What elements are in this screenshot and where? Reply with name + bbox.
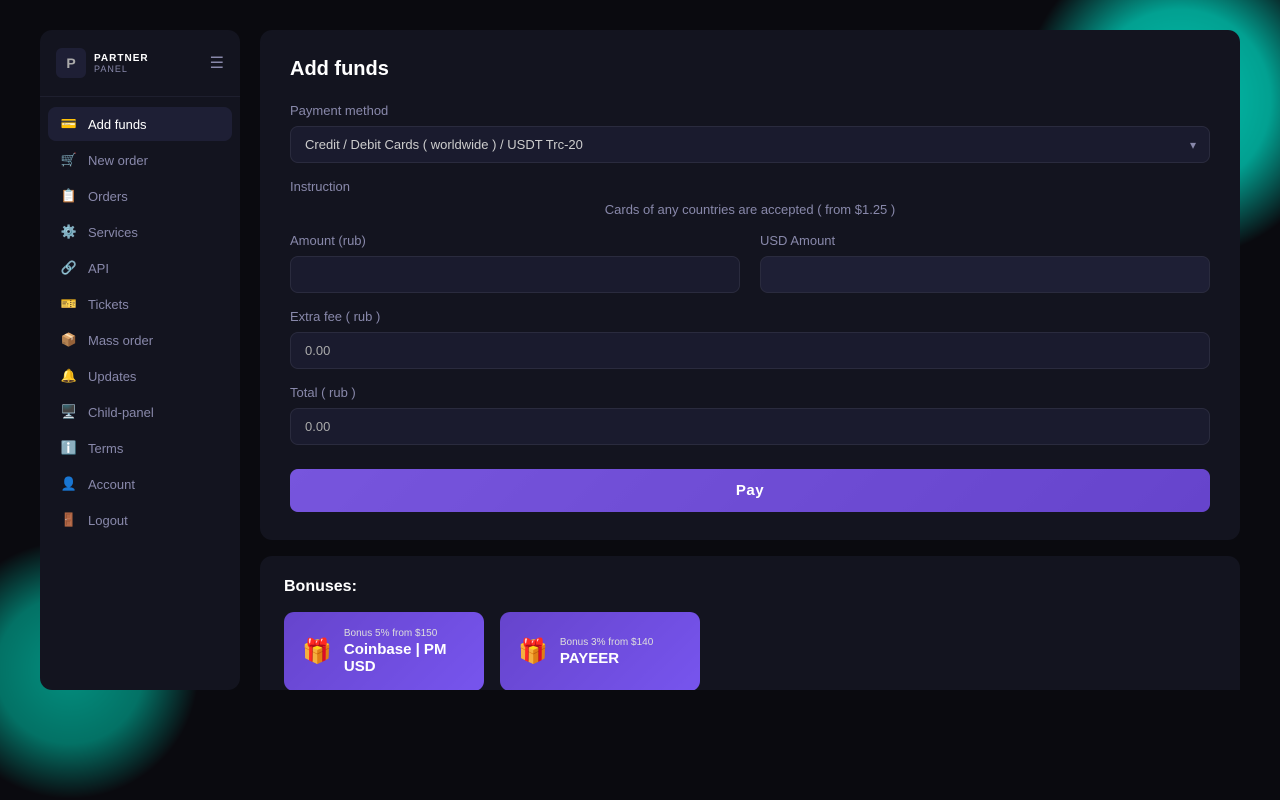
updates-icon: 🔔	[60, 367, 78, 385]
add-funds-card: Add funds Payment method Credit / Debit …	[260, 30, 1240, 540]
amount-row: Amount (rub) USD Amount	[290, 233, 1210, 293]
bonus-sub-label: Bonus 5% from $150	[344, 628, 466, 639]
main-content: Add funds Payment method Credit / Debit …	[260, 30, 1240, 690]
gift-icon: 🎁	[518, 637, 548, 666]
logo-area: P PARTNER PANEL	[56, 48, 149, 78]
sidebar-item-new-order[interactable]: 🛒 New order	[48, 143, 232, 177]
sidebar-item-label: API	[88, 261, 109, 276]
bonuses-grid: 🎁 Bonus 5% from $150 Coinbase | PM USD 🎁…	[284, 612, 1216, 690]
sidebar-item-add-funds[interactable]: 💳 Add funds	[48, 107, 232, 141]
amount-rub-input[interactable]	[290, 256, 740, 293]
sidebar-item-updates[interactable]: 🔔 Updates	[48, 359, 232, 393]
sidebar-nav: 💳 Add funds 🛒 New order 📋 Orders ⚙️ Serv…	[40, 107, 240, 672]
bonus-name: PAYEER	[560, 650, 653, 667]
sidebar-item-label: Mass order	[88, 333, 153, 348]
usd-amount-input[interactable]	[760, 256, 1210, 293]
pay-button[interactable]: Pay	[290, 469, 1210, 512]
sidebar-item-label: New order	[88, 153, 148, 168]
sidebar-logo: P PARTNER PANEL ☰	[40, 48, 240, 97]
child-panel-icon: 🖥️	[60, 403, 78, 421]
sidebar-item-services[interactable]: ⚙️ Services	[48, 215, 232, 249]
sidebar-item-label: Orders	[88, 189, 128, 204]
bonus-item-coinbase[interactable]: 🎁 Bonus 5% from $150 Coinbase | PM USD	[284, 612, 484, 690]
sidebar-item-orders[interactable]: 📋 Orders	[48, 179, 232, 213]
sidebar-item-label: Logout	[88, 513, 128, 528]
logo-panel: PANEL	[94, 64, 149, 74]
usd-amount-col: USD Amount	[760, 233, 1210, 293]
payment-method-wrapper: Credit / Debit Cards ( worldwide ) / USD…	[290, 126, 1210, 163]
sidebar-item-logout[interactable]: 🚪 Logout	[48, 503, 232, 537]
amount-rub-label: Amount (rub)	[290, 233, 740, 248]
sidebar-item-account[interactable]: 👤 Account	[48, 467, 232, 501]
sidebar-item-label: Terms	[88, 441, 123, 456]
instruction-section: Instruction Cards of any countries are a…	[290, 179, 1210, 217]
page-title: Add funds	[290, 58, 1210, 81]
sidebar-item-api[interactable]: 🔗 API	[48, 251, 232, 285]
bonus-text: Bonus 3% from $140 PAYEER	[560, 637, 653, 667]
total-section: Total ( rub )	[290, 385, 1210, 445]
bonus-item-payeer[interactable]: 🎁 Bonus 3% from $140 PAYEER	[500, 612, 700, 690]
hamburger-icon[interactable]: ☰	[210, 53, 224, 73]
bonuses-card: Bonuses: 🎁 Bonus 5% from $150 Coinbase |…	[260, 556, 1240, 690]
payment-method-section: Payment method Credit / Debit Cards ( wo…	[290, 103, 1210, 163]
logo-partner: PARTNER	[94, 53, 149, 64]
bonus-sub-label: Bonus 3% from $140	[560, 637, 653, 648]
extra-fee-section: Extra fee ( rub )	[290, 309, 1210, 369]
mass-order-icon: 📦	[60, 331, 78, 349]
terms-icon: ℹ️	[60, 439, 78, 457]
bonus-name: Coinbase | PM USD	[344, 641, 466, 675]
sidebar-item-label: Child-panel	[88, 405, 154, 420]
logo-text: PARTNER PANEL	[94, 53, 149, 74]
total-input[interactable]	[290, 408, 1210, 445]
sidebar-item-tickets[interactable]: 🎫 Tickets	[48, 287, 232, 321]
gift-icon: 🎁	[302, 637, 332, 666]
sidebar-item-child-panel[interactable]: 🖥️ Child-panel	[48, 395, 232, 429]
orders-icon: 📋	[60, 187, 78, 205]
tickets-icon: 🎫	[60, 295, 78, 313]
usd-amount-label: USD Amount	[760, 233, 1210, 248]
sidebar-item-label: Tickets	[88, 297, 129, 312]
total-label: Total ( rub )	[290, 385, 1210, 400]
add-funds-icon: 💳	[60, 115, 78, 133]
logout-icon: 🚪	[60, 511, 78, 529]
sidebar-item-label: Updates	[88, 369, 136, 384]
extra-fee-label: Extra fee ( rub )	[290, 309, 1210, 324]
bonus-text: Bonus 5% from $150 Coinbase | PM USD	[344, 628, 466, 675]
instruction-text: Cards of any countries are accepted ( fr…	[290, 202, 1210, 217]
payment-method-select[interactable]: Credit / Debit Cards ( worldwide ) / USD…	[290, 126, 1210, 163]
logo-icon: P	[56, 48, 86, 78]
sidebar-item-terms[interactable]: ℹ️ Terms	[48, 431, 232, 465]
new-order-icon: 🛒	[60, 151, 78, 169]
sidebar-item-label: Add funds	[88, 117, 147, 132]
account-icon: 👤	[60, 475, 78, 493]
sidebar-item-label: Account	[88, 477, 135, 492]
app-container: P PARTNER PANEL ☰ 💳 Add funds 🛒 New orde…	[0, 0, 1280, 720]
bonuses-title: Bonuses:	[284, 578, 1216, 596]
sidebar-item-mass-order[interactable]: 📦 Mass order	[48, 323, 232, 357]
payment-method-label: Payment method	[290, 103, 1210, 118]
sidebar: P PARTNER PANEL ☰ 💳 Add funds 🛒 New orde…	[40, 30, 240, 690]
api-icon: 🔗	[60, 259, 78, 277]
sidebar-item-label: Services	[88, 225, 138, 240]
services-icon: ⚙️	[60, 223, 78, 241]
instruction-label: Instruction	[290, 179, 1210, 194]
amount-rub-col: Amount (rub)	[290, 233, 740, 293]
extra-fee-input[interactable]	[290, 332, 1210, 369]
